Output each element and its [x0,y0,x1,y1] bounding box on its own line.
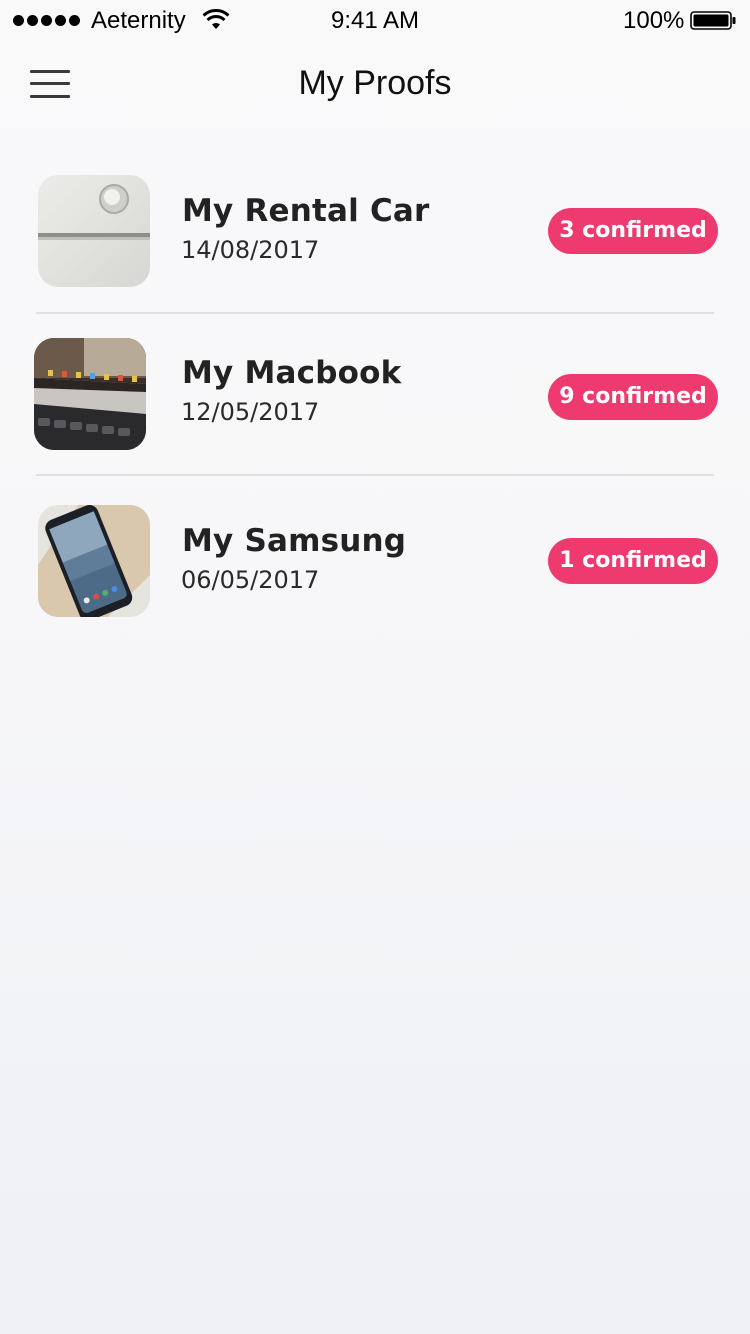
macbook-thumbnail [34,338,146,450]
proof-date: 06/05/2017 [181,566,320,594]
confirmation-badge: 9 confirmed [548,374,718,420]
proof-title: My Rental Car [182,193,430,229]
page-title: My Proofs [298,64,452,102]
samsung-thumbnail [38,505,150,617]
proof-date: 12/05/2017 [181,398,320,426]
battery-percentage: 100% [623,7,685,34]
navigation-bar: My Proofs [0,40,750,130]
proof-list: My Rental Car 14/08/2017 3 confirmed My … [0,150,750,638]
rental-car-thumbnail [38,175,150,287]
proof-title: My Samsung [182,523,407,559]
proof-title: My Macbook [182,355,402,391]
status-bar: Aeternity 9:41 AM 100% [0,0,750,40]
confirmation-badge: 1 confirmed [548,538,718,584]
confirmation-badge: 3 confirmed [548,208,718,254]
proof-date: 14/08/2017 [181,236,320,264]
battery-icon [690,11,736,30]
list-item[interactable]: My Macbook 12/05/2017 9 confirmed [0,312,750,476]
list-item[interactable]: My Samsung 06/05/2017 1 confirmed [0,476,750,638]
list-item[interactable]: My Rental Car 14/08/2017 3 confirmed [0,150,750,314]
